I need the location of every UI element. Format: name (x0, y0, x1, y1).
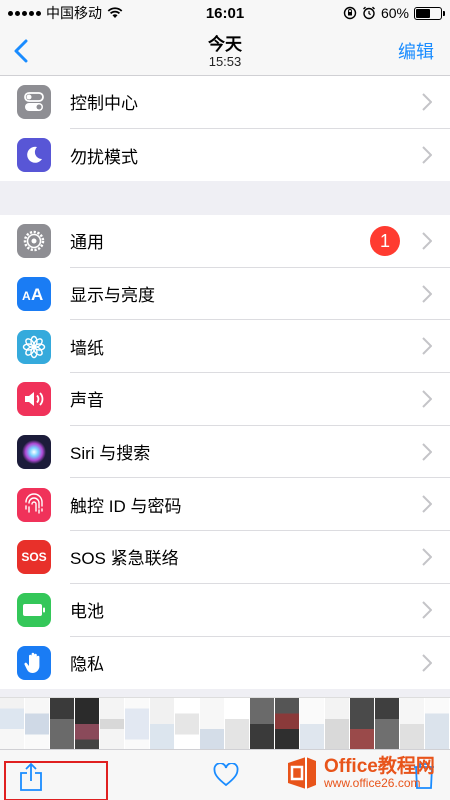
nav-subtitle: 15:53 (208, 54, 242, 69)
settings-row-siri-search[interactable]: Siri 与搜索 (0, 426, 450, 479)
alarm-icon (363, 6, 375, 20)
settings-row-general[interactable]: 通用 1 (0, 215, 450, 268)
settings-row-wallpaper[interactable]: 墙纸 (0, 320, 450, 374)
thumbnail[interactable] (0, 698, 24, 749)
watermark: Office教程网 www.office26.com (284, 755, 435, 791)
settings-row-emergency-sos[interactable]: SOS SOS 紧急联络 (0, 531, 450, 584)
thumbnail[interactable] (150, 698, 174, 749)
settings-row-label: 勿扰模式 (70, 147, 138, 167)
thumbnail[interactable] (250, 698, 274, 749)
settings-row-display-brightness[interactable]: A A 显示与亮度 (0, 268, 450, 321)
thumbnail[interactable] (425, 698, 449, 749)
battery-icon (17, 593, 51, 628)
favorite-button[interactable] (213, 762, 239, 792)
chevron-right-icon (422, 443, 432, 461)
share-button[interactable] (18, 762, 44, 797)
settings-row-label: 墙纸 (70, 320, 450, 374)
control-center-icon (17, 85, 51, 120)
battery-fill (416, 8, 431, 18)
thumbnail[interactable] (350, 698, 374, 749)
chevron-right-icon (422, 548, 432, 566)
office-logo-icon (288, 757, 316, 789)
thumbnail[interactable] (300, 698, 324, 749)
settings-group-1: 控制中心 勿扰模式 (0, 76, 450, 182)
settings-group-2: 通用 1 A A 显示与亮度 墙纸 声音 Siri 与搜索 触控 ID 与密码 … (0, 215, 450, 690)
chevron-right-icon (422, 495, 432, 514)
settings-row-privacy[interactable]: 隐私 (0, 637, 450, 690)
watermark-title: Office教程网 (324, 755, 435, 777)
signal-icon (8, 10, 41, 16)
speaker-icon (17, 382, 51, 417)
thumbnail[interactable] (375, 698, 399, 749)
rotation-lock-icon (343, 6, 357, 20)
battery-icon (414, 6, 445, 20)
thumbnail[interactable] (400, 698, 424, 749)
settings-row-control-center[interactable]: 控制中心 (0, 76, 450, 129)
thumbnail[interactable] (200, 698, 224, 749)
chevron-right-icon (422, 145, 432, 164)
settings-row-touch-id-passcode[interactable]: 触控 ID 与密码 (0, 478, 450, 532)
fingerprint-icon (17, 487, 51, 522)
settings-row-sounds[interactable]: 声音 (0, 373, 450, 426)
status-bar: 中国移动 16:01 60% (0, 0, 450, 26)
watermark-url: www.office26.com (324, 775, 421, 790)
heart-icon (213, 762, 239, 787)
thumbnail[interactable] (50, 698, 74, 749)
settings-row-label: 电池 (70, 584, 450, 637)
thumbnail[interactable] (100, 698, 124, 749)
siri-icon (17, 435, 51, 470)
thumbnail[interactable] (325, 698, 349, 749)
watermark-text: Office教程网 www.office26.com (324, 755, 435, 790)
status-left: 中国移动 (8, 3, 158, 23)
sos-icon-text: SOS (21, 550, 47, 565)
settings-row-do-not-disturb[interactable]: 勿扰模式 (0, 129, 450, 182)
sos-icon: SOS (17, 540, 51, 575)
chevron-right-icon (422, 337, 432, 356)
status-right: 60% (292, 5, 445, 21)
chevron-right-icon (422, 93, 432, 111)
thumbnail[interactable] (175, 698, 199, 749)
thumbnail[interactable] (225, 698, 249, 749)
settings-row-label: 显示与亮度 (70, 268, 450, 321)
thumbnail[interactable] (75, 698, 99, 749)
chevron-right-icon (422, 390, 432, 408)
hand-icon (17, 645, 51, 680)
moon-icon (17, 138, 51, 173)
settings-row-label: 触控 ID 与密码 (70, 478, 450, 532)
chevron-right-icon (422, 601, 432, 619)
share-icon (20, 762, 42, 791)
chevron-right-icon (422, 284, 432, 303)
settings-row-label: 声音 (70, 373, 450, 426)
settings-row-label: 控制中心 (70, 76, 450, 129)
thumbnail[interactable] (275, 698, 299, 749)
thumbnail[interactable] (125, 698, 149, 749)
settings-row-label: 隐私 (70, 655, 104, 675)
settings-row-label: SOS 紧急联络 (70, 531, 450, 584)
wifi-icon (107, 7, 123, 18)
nav-bar: 今天 15:53 编辑 (0, 26, 450, 76)
chevron-right-icon (422, 653, 432, 672)
wallpaper-flower-icon (17, 329, 51, 364)
svg-text:A: A (31, 285, 43, 304)
status-time: 16:01 (205, 4, 245, 22)
edit-button[interactable]: 编辑 (398, 38, 434, 64)
thumbnail[interactable] (25, 698, 49, 749)
notification-badge: 1 (370, 226, 400, 256)
settings-row-battery[interactable]: 电池 (0, 584, 450, 637)
thumbnail-strip[interactable] (0, 697, 450, 749)
svg-text:A: A (22, 289, 31, 303)
chevron-right-icon (422, 232, 432, 250)
gear-icon (17, 224, 51, 259)
nav-title: 今天 (208, 35, 242, 54)
display-aa-icon: A A (17, 277, 51, 312)
carrier-label: 中国移动 (46, 5, 102, 21)
battery-percent: 60% (380, 5, 409, 21)
settings-row-label: Siri 与搜索 (70, 426, 450, 479)
